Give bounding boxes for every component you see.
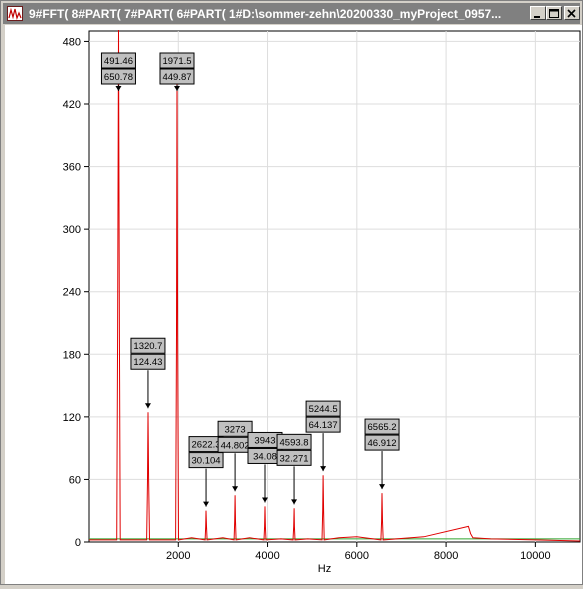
y-tick-label: 240 (63, 287, 81, 299)
peak-amp-label: 34.08 (253, 451, 277, 462)
title-bar[interactable]: 9#FFT( 8#PART( 7#PART( 6#PART( 1#D:\somm… (3, 3, 580, 24)
peak-amp-label: 449.87 (162, 72, 191, 83)
close-button[interactable] (564, 6, 580, 20)
peak-freq-label: 1320.7 (133, 341, 162, 352)
y-tick-label: 480 (63, 36, 81, 48)
peak-freq-label: 491.46 (104, 56, 133, 67)
x-tick-label: 4000 (255, 550, 279, 562)
peak-amp-label: 30.104 (192, 456, 221, 467)
peak-amp-label: 124.43 (133, 357, 162, 368)
peak-freq-label: 5244.5 (309, 404, 338, 415)
y-tick-label: 300 (63, 224, 81, 236)
peak-freq-label: 4593.8 (280, 437, 309, 448)
minimize-button[interactable] (530, 6, 546, 20)
peak-freq-label: 6565.2 (368, 422, 397, 433)
y-tick-label: 60 (69, 474, 81, 486)
y-tick-label: 0 (75, 537, 81, 549)
peak-amp-label: 44.802 (221, 440, 250, 451)
x-tick-label: 2000 (166, 550, 190, 562)
peak-amp-label: 650.78 (104, 72, 133, 83)
close-icon (567, 9, 576, 18)
app-window: 9#FFT( 8#PART( 7#PART( 6#PART( 1#D:\somm… (0, 0, 583, 585)
spectrum-chart[interactable]: 0 60 120 180 240 300 360 420 480 2000 4000 6000 8000… (5, 25, 582, 584)
maximize-button[interactable] (546, 6, 562, 20)
peak-freq-label: 3273 (225, 424, 246, 435)
peak-amp-label: 46.912 (368, 438, 397, 449)
peak-amp-label: 32.271 (280, 453, 309, 464)
chart-window-icon[interactable] (7, 6, 23, 21)
minimize-icon (534, 16, 540, 18)
plot-frame (88, 30, 581, 543)
chart-area: 0 60 120 180 240 300 360 420 480 2000 4000 6000 8000… (5, 25, 582, 584)
x-tick-label: 6000 (345, 550, 369, 562)
peak-freq-label: 3943 (254, 435, 275, 446)
window-title: 9#FFT( 8#PART( 7#PART( 6#PART( 1#D:\somm… (29, 7, 502, 21)
peak-freq-label: 1971.5 (162, 56, 191, 67)
y-tick-label: 420 (63, 99, 81, 111)
peak-freq-label: 2622.3 (192, 440, 221, 451)
y-tick-label: 120 (63, 412, 81, 424)
x-tick-label: 8000 (434, 550, 458, 562)
y-tick-label: 360 (63, 162, 81, 174)
x-tick-label: 10000 (520, 550, 551, 562)
y-tick-label: 180 (63, 349, 81, 361)
maximize-icon (549, 9, 559, 18)
x-axis-label: Hz (318, 563, 331, 575)
peak-amp-label: 64.137 (309, 420, 338, 431)
